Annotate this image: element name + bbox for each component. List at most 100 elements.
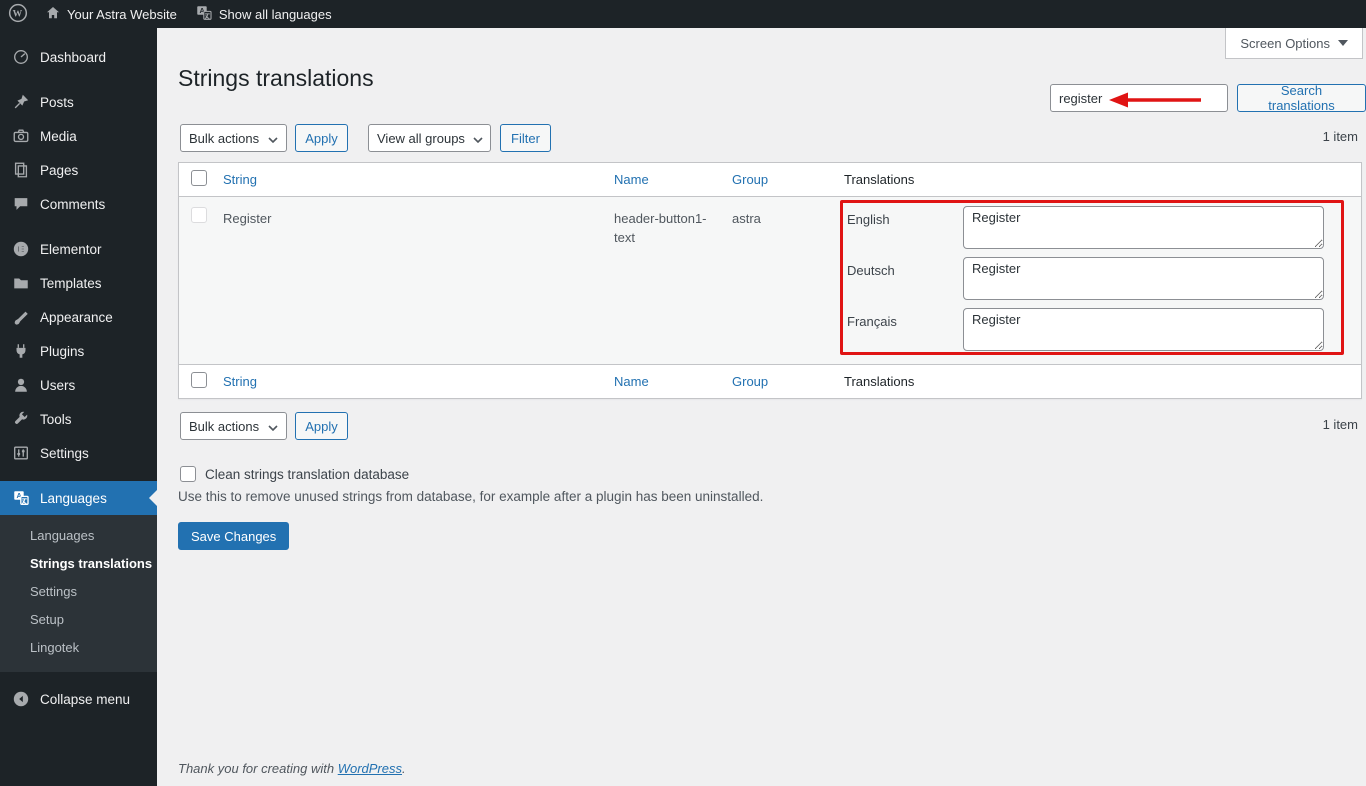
show-all-languages-label: Show all languages	[219, 7, 332, 22]
column-header-group[interactable]: Group	[732, 172, 768, 187]
apply-button-bottom[interactable]: Apply	[295, 412, 348, 440]
translation-row-deutsch: Deutsch Register	[844, 257, 1361, 300]
chevron-down-icon	[268, 131, 278, 146]
sidebar-item-dashboard[interactable]: Dashboard	[0, 40, 157, 74]
sidebar-item-users[interactable]: Users	[0, 368, 157, 402]
submenu-item-languages[interactable]: Languages	[0, 522, 157, 550]
select-all-checkbox[interactable]	[191, 170, 207, 186]
page-title: Strings translations	[178, 64, 374, 93]
admin-bar-site-link[interactable]: Your Astra Website	[36, 0, 186, 28]
dashboard-icon	[10, 47, 32, 67]
items-count-top: 1 item	[1323, 129, 1358, 144]
row-string: Register	[223, 197, 614, 364]
items-count-bottom: 1 item	[1323, 417, 1358, 432]
screen-options-label: Screen Options	[1240, 36, 1330, 51]
select-all-checkbox-bottom[interactable]	[191, 372, 207, 388]
chevron-down-icon	[473, 131, 483, 146]
languages-icon: A	[10, 488, 32, 508]
clean-database-checkbox[interactable]	[180, 466, 196, 482]
table-footer-row: String Name Group Translations	[179, 365, 1361, 398]
column-footer-name[interactable]: Name	[614, 374, 649, 389]
sidebar-item-plugins[interactable]: Plugins	[0, 334, 157, 368]
sidebar-item-posts[interactable]: Posts	[0, 85, 157, 119]
tools-icon	[10, 409, 32, 429]
column-footer-translations: Translations	[844, 374, 914, 389]
clean-database-row: Clean strings translation database	[180, 466, 409, 482]
column-footer-group[interactable]: Group	[732, 374, 768, 389]
footer-credit: Thank you for creating with WordPress.	[178, 761, 406, 776]
pages-icon	[10, 160, 32, 180]
column-footer-string[interactable]: String	[223, 374, 257, 389]
translation-language-label: Deutsch	[844, 257, 963, 300]
submenu-item-setup[interactable]: Setup	[0, 606, 157, 634]
submenu-item-settings[interactable]: Settings	[0, 578, 157, 606]
row-name: header-button1-text	[614, 197, 732, 364]
row-group: astra	[732, 197, 844, 364]
posts-icon	[10, 92, 32, 112]
sidebar-item-pages[interactable]: Pages	[0, 153, 157, 187]
screen-options-button[interactable]: Screen Options	[1225, 28, 1363, 59]
plugins-icon	[10, 341, 32, 361]
elementor-icon	[10, 239, 32, 259]
collapse-icon	[10, 689, 32, 709]
translation-icon: A	[195, 4, 213, 25]
wordpress-logo-icon: W	[8, 3, 28, 26]
wordpress-menu-button[interactable]: W	[0, 3, 36, 26]
row-checkbox[interactable]	[191, 207, 207, 223]
bulk-actions-select[interactable]: Bulk actions	[180, 124, 287, 152]
clean-database-description: Use this to remove unused strings from d…	[178, 489, 763, 504]
sidebar-item-languages[interactable]: A Languages	[0, 481, 157, 515]
current-menu-arrow-icon	[149, 490, 157, 506]
main-content: Screen Options Strings translations Sear…	[157, 28, 1366, 786]
chevron-down-icon	[268, 419, 278, 434]
wordpress-link[interactable]: WordPress	[338, 761, 402, 776]
submenu-item-strings-translations[interactable]: Strings translations	[0, 550, 157, 578]
apply-button[interactable]: Apply	[295, 124, 348, 152]
translation-textarea-deutsch[interactable]: Register	[963, 257, 1324, 300]
users-icon	[10, 375, 32, 395]
sidebar-item-templates[interactable]: Templates	[0, 266, 157, 300]
sidebar-item-media[interactable]: Media	[0, 119, 157, 153]
sidebar-item-comments[interactable]: Comments	[0, 187, 157, 221]
clean-database-label: Clean strings translation database	[205, 467, 409, 482]
languages-submenu: Languages Strings translations Settings …	[0, 515, 157, 672]
wordpress-admin: { "admin_bar": { "site_name": "Your Astr…	[0, 0, 1366, 786]
save-changes-button[interactable]: Save Changes	[178, 522, 289, 550]
site-name: Your Astra Website	[67, 7, 177, 22]
sidebar-item-appearance[interactable]: Appearance	[0, 300, 157, 334]
comments-icon	[10, 194, 32, 214]
screen-options-caret-icon	[1338, 40, 1348, 46]
column-header-name[interactable]: Name	[614, 172, 649, 187]
admin-menu: Dashboard Posts Media Pages Comments Ele…	[0, 28, 157, 716]
submenu-item-lingotek[interactable]: Lingotek	[0, 634, 157, 662]
appearance-icon	[10, 307, 32, 327]
search-translations-button[interactable]: Search translations	[1237, 84, 1366, 112]
sidebar-item-settings[interactable]: Settings	[0, 436, 157, 470]
translation-language-label: Français	[844, 308, 963, 351]
sidebar-item-tools[interactable]: Tools	[0, 402, 157, 436]
admin-bar-languages-switcher[interactable]: A Show all languages	[186, 0, 341, 28]
table-row: Register header-button1-text astra Engli…	[179, 196, 1361, 365]
column-header-translations: Translations	[844, 172, 914, 187]
translation-language-label: English	[844, 206, 963, 249]
translation-textarea-english[interactable]: Register	[963, 206, 1324, 249]
filter-button[interactable]: Filter	[500, 124, 551, 152]
search-input[interactable]	[1050, 84, 1228, 112]
translation-row-english: English Register	[844, 206, 1361, 249]
home-icon	[45, 5, 61, 24]
row-translations: English Register Deutsch Register França…	[844, 197, 1361, 364]
translation-textarea-francais[interactable]: Register	[963, 308, 1324, 351]
table-header-row: String Name Group Translations	[179, 163, 1361, 196]
admin-bar: W Your Astra Website A Show all language…	[0, 0, 1366, 28]
sidebar-item-elementor[interactable]: Elementor	[0, 232, 157, 266]
translation-row-francais: Français Register	[844, 308, 1361, 351]
group-filter-select[interactable]: View all groups	[368, 124, 491, 152]
strings-table: String Name Group Translations Register …	[178, 162, 1362, 399]
bulk-actions-select-bottom[interactable]: Bulk actions	[180, 412, 287, 440]
templates-icon	[10, 273, 32, 293]
collapse-menu-button[interactable]: Collapse menu	[0, 682, 157, 716]
media-icon	[10, 126, 32, 146]
column-header-string[interactable]: String	[223, 172, 257, 187]
admin-sidebar: Dashboard Posts Media Pages Comments Ele…	[0, 28, 157, 786]
svg-text:W: W	[13, 8, 23, 19]
